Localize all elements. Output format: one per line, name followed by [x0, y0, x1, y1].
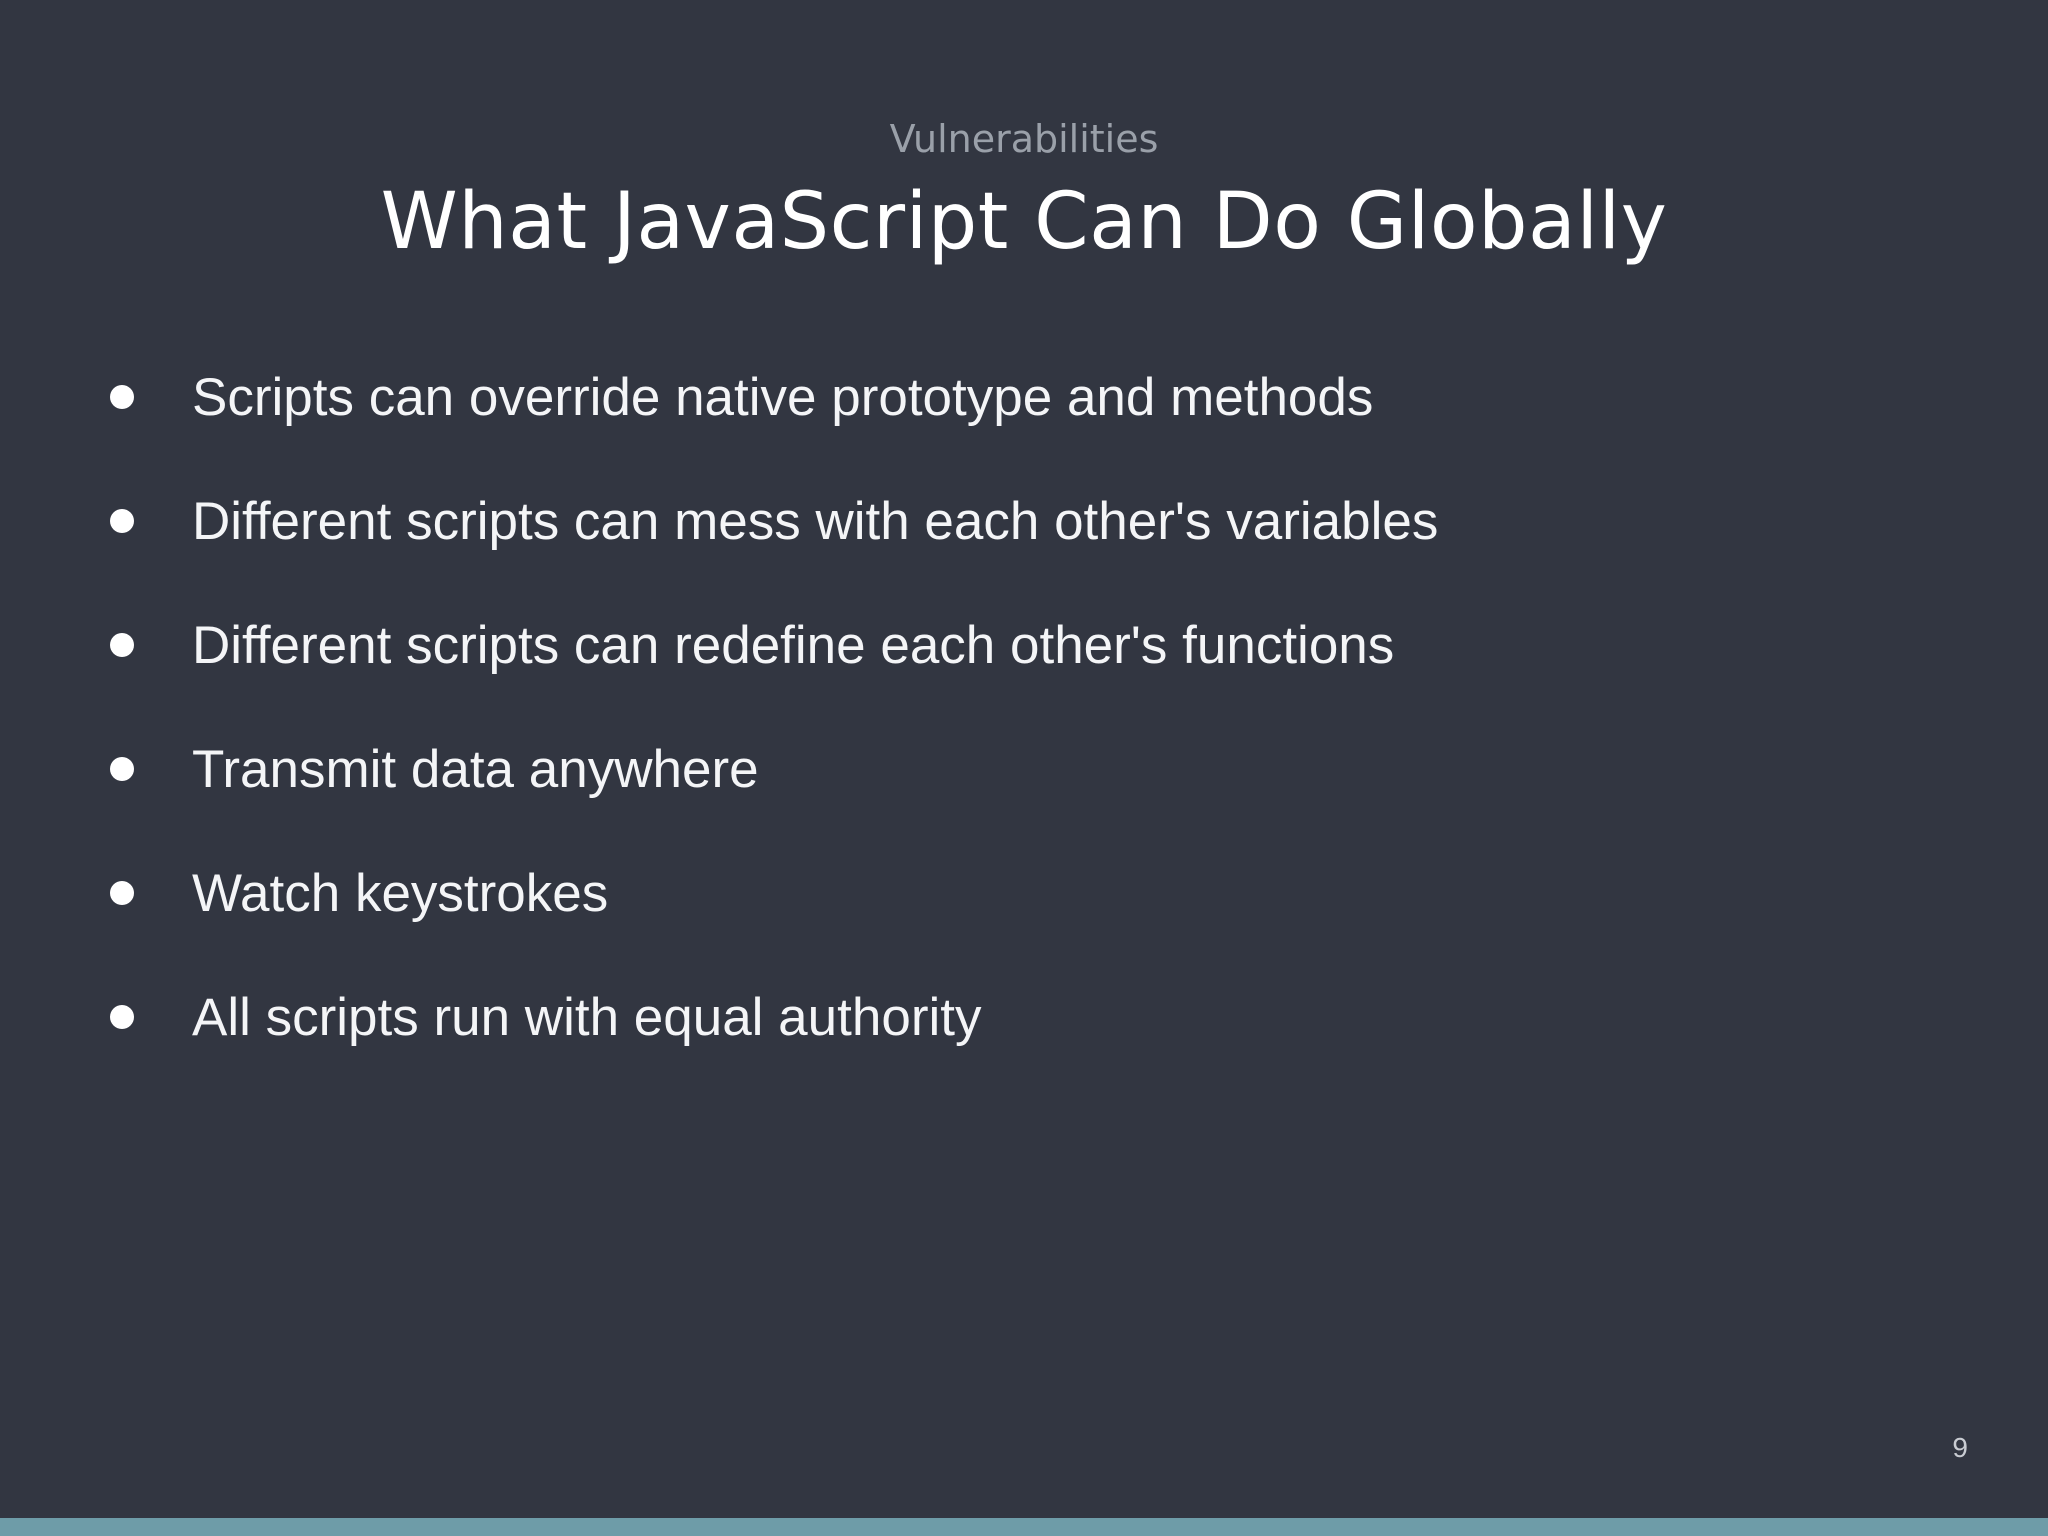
page-number: 9	[1952, 1432, 1968, 1463]
bullet-dot-icon	[110, 881, 134, 905]
slide-title: What JavaScript Can Do Globally	[380, 177, 1668, 267]
bullet-text: Scripts can override native prototype an…	[192, 368, 1374, 427]
slide-kicker: Vulnerabilities	[889, 117, 1159, 161]
bullet-dot-icon	[110, 1005, 134, 1029]
bullet-dot-icon	[110, 509, 134, 533]
bullet-dot-icon	[110, 633, 134, 657]
bullet-text: Transmit data anywhere	[192, 740, 759, 799]
slide: Vulnerabilities What JavaScript Can Do G…	[0, 0, 2048, 1536]
footer-accent-bar	[0, 1518, 2048, 1536]
bullet-text: All scripts run with equal authority	[192, 988, 982, 1047]
bullet-text: Watch keystrokes	[192, 864, 609, 923]
bullet-dot-icon	[110, 757, 134, 781]
bullet-dot-icon	[110, 385, 134, 409]
bullet-text: Different scripts can redefine each othe…	[192, 616, 1395, 675]
bullet-text: Different scripts can mess with each oth…	[192, 492, 1439, 551]
